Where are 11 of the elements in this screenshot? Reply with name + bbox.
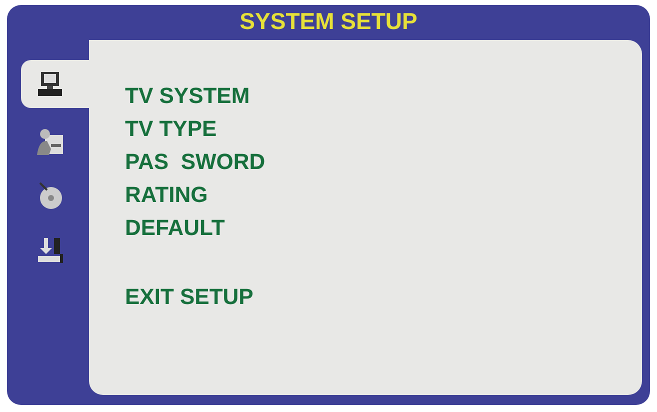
- menu-item[interactable]: PAS SWORD: [125, 145, 266, 178]
- menu-title: SYSTEM SETUP: [240, 7, 418, 36]
- arrows-icon: [35, 235, 65, 265]
- person-icon: [35, 127, 65, 157]
- menu-item[interactable]: TV TYPE: [125, 112, 217, 145]
- menu-item[interactable]: EXIT SETUP: [125, 280, 254, 313]
- sidebar-tab[interactable]: [21, 60, 89, 108]
- menu-item[interactable]: RATING: [125, 178, 208, 211]
- menu-item[interactable]: DEFAULT: [125, 211, 225, 244]
- menu-item[interactable]: TV SYSTEM: [125, 79, 250, 112]
- computer-icon: [35, 69, 65, 99]
